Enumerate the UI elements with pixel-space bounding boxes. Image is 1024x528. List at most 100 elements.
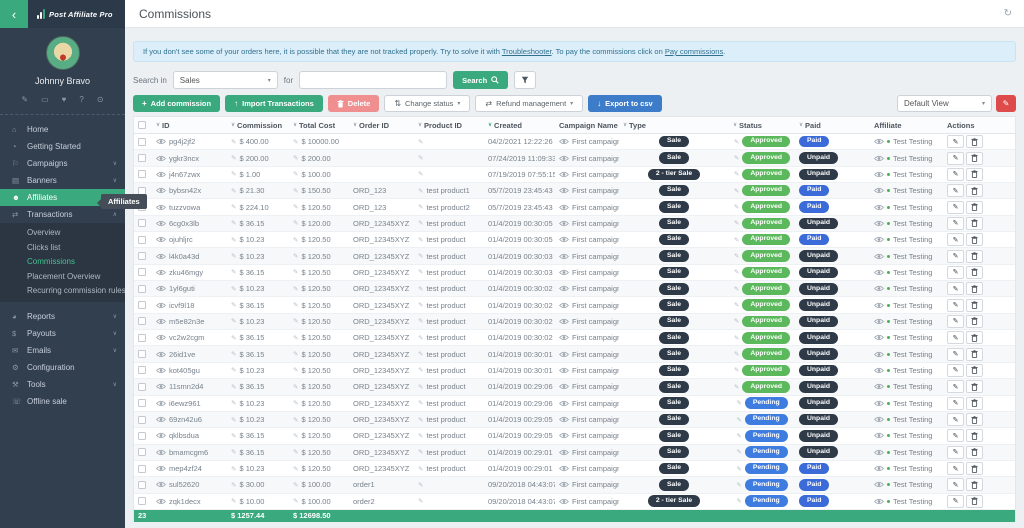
eye-icon[interactable]	[156, 187, 166, 194]
delete-row-button[interactable]	[966, 315, 983, 328]
delete-row-button[interactable]	[966, 397, 983, 410]
delete-row-button[interactable]	[966, 217, 983, 230]
row-checkbox[interactable]	[138, 366, 146, 374]
eye-icon[interactable]	[874, 367, 884, 374]
eye-icon[interactable]	[559, 269, 569, 276]
logout-icon[interactable]: ⊙	[97, 95, 104, 104]
edit-row-button[interactable]: ✎	[947, 233, 964, 246]
eye-icon[interactable]	[156, 318, 166, 325]
edit-product-icon[interactable]: ✎	[418, 203, 423, 211]
eye-icon[interactable]	[559, 465, 569, 472]
edit-total-cost-icon[interactable]: ✎	[293, 203, 298, 211]
row-checkbox[interactable]	[138, 317, 146, 325]
edit-commission-icon[interactable]: ✎	[231, 219, 236, 227]
edit-status-icon[interactable]: ✎	[734, 187, 739, 195]
edit-status-icon[interactable]: ✎	[736, 481, 741, 489]
row-checkbox[interactable]	[138, 432, 146, 440]
row-checkbox[interactable]	[138, 138, 146, 146]
edit-commission-icon[interactable]: ✎	[231, 285, 236, 293]
edit-product-icon[interactable]: ✎	[418, 432, 423, 440]
troubleshooter-link[interactable]: Troubleshooter	[502, 47, 552, 56]
collapse-sidebar-button[interactable]: ‹	[0, 0, 28, 28]
column-header-product-id[interactable]: ∨Product ID	[414, 121, 484, 130]
sidebar-item-banners[interactable]: ▤ Banners ∨	[0, 172, 125, 189]
eye-icon[interactable]	[874, 416, 884, 423]
edit-product-icon[interactable]: ✎	[418, 268, 423, 276]
delete-row-button[interactable]	[966, 429, 983, 442]
edit-total-cost-icon[interactable]: ✎	[293, 432, 298, 440]
delete-row-button[interactable]	[966, 135, 983, 148]
edit-commission-icon[interactable]: ✎	[231, 416, 236, 424]
sidebar-item-offline-sale[interactable]: ☏ Offline sale	[0, 393, 125, 410]
delete-row-button[interactable]	[966, 233, 983, 246]
eye-icon[interactable]	[874, 432, 884, 439]
edit-product-icon[interactable]: ✎	[418, 154, 423, 162]
sidebar-item-tools[interactable]: ⚒ Tools ∨	[0, 376, 125, 393]
eye-icon[interactable]	[559, 481, 569, 488]
delete-row-button[interactable]	[966, 462, 983, 475]
edit-status-icon[interactable]: ✎	[734, 268, 739, 276]
edit-row-button[interactable]: ✎	[947, 462, 964, 475]
delete-row-button[interactable]	[966, 184, 983, 197]
eye-icon[interactable]	[559, 220, 569, 227]
edit-status-icon[interactable]: ✎	[734, 170, 739, 178]
edit-status-icon[interactable]: ✎	[736, 448, 741, 456]
edit-row-button[interactable]: ✎	[947, 397, 964, 410]
row-checkbox[interactable]	[138, 285, 146, 293]
edit-total-cost-icon[interactable]: ✎	[293, 170, 298, 178]
edit-status-icon[interactable]: ✎	[734, 350, 739, 358]
edit-commission-icon[interactable]: ✎	[231, 154, 236, 162]
edit-total-cost-icon[interactable]: ✎	[293, 154, 298, 162]
eye-icon[interactable]	[874, 220, 884, 227]
edit-row-button[interactable]: ✎	[947, 217, 964, 230]
edit-commission-icon[interactable]: ✎	[231, 497, 236, 505]
edit-total-cost-icon[interactable]: ✎	[293, 301, 298, 309]
eye-icon[interactable]	[559, 383, 569, 390]
eye-icon[interactable]	[156, 367, 166, 374]
edit-row-button[interactable]: ✎	[947, 413, 964, 426]
delete-row-button[interactable]	[966, 364, 983, 377]
delete-row-button[interactable]	[966, 152, 983, 165]
eye-icon[interactable]	[156, 236, 166, 243]
eye-icon[interactable]	[874, 400, 884, 407]
edit-product-icon[interactable]: ✎	[418, 170, 423, 178]
eye-icon[interactable]	[156, 204, 166, 211]
edit-total-cost-icon[interactable]: ✎	[293, 317, 298, 325]
delete-row-button[interactable]	[966, 380, 983, 393]
eye-icon[interactable]	[874, 285, 884, 292]
column-header-commission[interactable]: ∨Commission	[227, 121, 289, 130]
delete-row-button[interactable]	[966, 266, 983, 279]
edit-product-icon[interactable]: ✎	[418, 383, 423, 391]
eye-icon[interactable]	[156, 449, 166, 456]
eye-icon[interactable]	[874, 204, 884, 211]
screen-icon[interactable]: ▭	[41, 95, 49, 104]
edit-total-cost-icon[interactable]: ✎	[293, 187, 298, 195]
edit-total-cost-icon[interactable]: ✎	[293, 236, 298, 244]
eye-icon[interactable]	[559, 416, 569, 423]
edit-total-cost-icon[interactable]: ✎	[293, 399, 298, 407]
edit-commission-icon[interactable]: ✎	[231, 432, 236, 440]
edit-product-icon[interactable]: ✎	[418, 252, 423, 260]
row-checkbox[interactable]	[138, 383, 146, 391]
edit-product-icon[interactable]: ✎	[418, 219, 423, 227]
edit-total-cost-icon[interactable]: ✎	[293, 448, 298, 456]
edit-commission-icon[interactable]: ✎	[231, 383, 236, 391]
eye-icon[interactable]	[874, 498, 884, 505]
submenu-item-commissions[interactable]: Commissions	[0, 255, 125, 270]
column-header-status[interactable]: ∨Status	[729, 121, 795, 130]
eye-icon[interactable]	[559, 351, 569, 358]
edit-total-cost-icon[interactable]: ✎	[293, 481, 298, 489]
delete-row-button[interactable]	[966, 478, 983, 491]
refresh-icon[interactable]: ↻	[1004, 8, 1012, 19]
sidebar-item-payouts[interactable]: $ Payouts ∨	[0, 325, 125, 342]
eye-icon[interactable]	[156, 269, 166, 276]
eye-icon[interactable]	[874, 138, 884, 145]
edit-row-button[interactable]: ✎	[947, 331, 964, 344]
edit-product-icon[interactable]: ✎	[418, 236, 423, 244]
edit-product-icon[interactable]: ✎	[418, 350, 423, 358]
edit-status-icon[interactable]: ✎	[734, 203, 739, 211]
edit-total-cost-icon[interactable]: ✎	[293, 285, 298, 293]
favorites-icon[interactable]: ♥	[62, 95, 67, 104]
eye-icon[interactable]	[874, 318, 884, 325]
edit-row-button[interactable]: ✎	[947, 201, 964, 214]
